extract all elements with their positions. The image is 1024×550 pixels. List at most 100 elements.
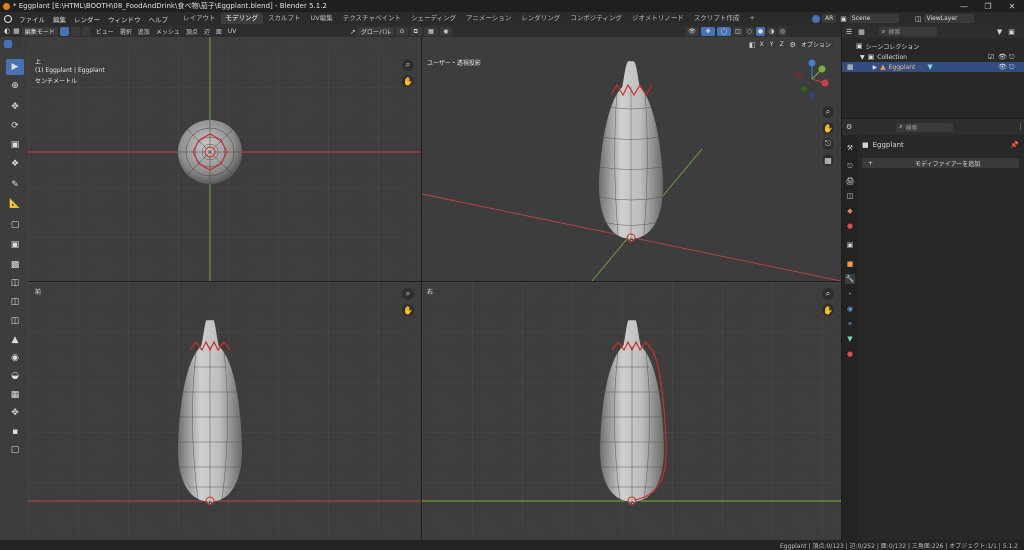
pivot-point-button[interactable]: ⊙ bbox=[395, 27, 408, 36]
mirror-z-toggle[interactable]: Z bbox=[777, 40, 786, 49]
constraints-tab-icon[interactable]: ⚭ bbox=[845, 319, 855, 329]
pan-hand-icon[interactable]: ✋ bbox=[822, 304, 834, 316]
mirror-y-toggle[interactable]: Y bbox=[767, 40, 776, 49]
menu-edit[interactable]: 編集 bbox=[49, 14, 70, 24]
menu-help[interactable]: ヘルプ bbox=[145, 14, 173, 24]
shear-tool[interactable]: ▪ bbox=[6, 424, 24, 440]
tab-rendering[interactable]: レンダリング bbox=[516, 13, 565, 24]
smooth-tool[interactable]: ◒ bbox=[6, 368, 24, 384]
zoom-icon[interactable]: ⌕ bbox=[822, 106, 834, 118]
ar-selector[interactable]: AR bbox=[822, 14, 837, 23]
overlay-button[interactable]: ◯ bbox=[717, 27, 731, 36]
tab-scripting[interactable]: スクリプト作成 bbox=[689, 13, 745, 24]
menu-view[interactable]: ビュー bbox=[96, 27, 114, 36]
loop-cut-tool[interactable]: ◫ bbox=[6, 294, 24, 310]
knife-tool[interactable]: ◫ bbox=[6, 313, 24, 329]
scene-tab-icon[interactable]: ◆ bbox=[845, 206, 855, 216]
bevel-tool[interactable]: ◫ bbox=[6, 275, 24, 291]
menu-face[interactable]: 面 bbox=[216, 27, 222, 36]
options-dropdown[interactable]: オプション bbox=[797, 40, 834, 49]
blender-menu-icon[interactable] bbox=[4, 14, 12, 23]
shading-solid-button[interactable]: ● bbox=[756, 27, 765, 36]
tab-sculpt[interactable]: スカルプト bbox=[263, 13, 306, 24]
physics-tab-icon[interactable]: ◉ bbox=[845, 304, 855, 314]
data-tab-icon[interactable]: ▼ bbox=[845, 334, 855, 344]
menu-add[interactable]: 追加 bbox=[138, 27, 150, 36]
annotate-tool[interactable]: ✎ bbox=[6, 177, 24, 193]
properties-editor-icon[interactable]: ⚙ bbox=[846, 123, 852, 131]
expand-chevron-icon[interactable]: ▶ bbox=[873, 64, 878, 71]
viewport-divider-horizontal[interactable] bbox=[28, 281, 841, 282]
pin-icon[interactable]: 📌 bbox=[1010, 141, 1019, 149]
inset-faces-tool[interactable]: ▩ bbox=[6, 257, 24, 273]
viewport-right[interactable]: 右 ⌕ ✋ bbox=[422, 282, 841, 540]
rotate-tool[interactable]: ⟳ bbox=[6, 118, 24, 134]
eye-icon[interactable]: 👁 bbox=[998, 53, 1007, 61]
outliner-display-mode-icon[interactable]: ▦ bbox=[858, 28, 865, 36]
outliner-editor-icon[interactable]: ☰ bbox=[846, 28, 852, 36]
camera-icon[interactable]: ⎋ bbox=[1009, 53, 1015, 62]
zoom-icon[interactable]: ⌕ bbox=[822, 288, 834, 300]
measure-tool[interactable]: 📐 bbox=[6, 196, 24, 212]
maximize-button[interactable]: ❐ bbox=[976, 0, 1000, 12]
viewport-divider-vertical[interactable] bbox=[421, 37, 422, 540]
mirror-x-toggle[interactable]: X bbox=[757, 40, 766, 49]
shading-wireframe-button[interactable]: ○ bbox=[745, 27, 754, 36]
minimize-button[interactable]: — bbox=[952, 0, 976, 12]
particles-tab-icon[interactable]: ⋆ bbox=[845, 289, 855, 299]
include-checkbox-icon[interactable]: ☑ bbox=[988, 53, 994, 61]
viewport-perspective[interactable]: ユーザー・透視投影 ⌕ ✋ ⎋ ▦ ◧ X Y Z ⚙ オプション bbox=[422, 37, 841, 281]
menu-edge[interactable]: 辺 bbox=[204, 27, 210, 36]
menu-vertex[interactable]: 頂点 bbox=[186, 27, 198, 36]
render-tab-icon[interactable]: ⎋ bbox=[845, 161, 855, 171]
tab-animation[interactable]: アニメーション bbox=[461, 13, 516, 24]
view-layer-tab-icon[interactable]: ◫ bbox=[845, 191, 855, 201]
move-tool[interactable]: ✥ bbox=[6, 99, 24, 115]
outliner-row-collection[interactable]: ▼ ▣ Collection ☑ 👁 ⎋ bbox=[842, 52, 1024, 62]
shrink-fatten-tool[interactable]: ✥ bbox=[6, 405, 24, 421]
extrude-region-tool[interactable]: ▣ bbox=[6, 237, 24, 253]
properties-search-field[interactable]: ⌕ 検索 bbox=[896, 122, 953, 132]
transform-tool[interactable]: ❖ bbox=[6, 156, 24, 172]
cursor-tool[interactable]: ⊕ bbox=[6, 78, 24, 94]
tab-uv-editing[interactable]: UV編集 bbox=[306, 13, 338, 24]
outliner-row-scene-collection[interactable]: ▣ シーンコレクション bbox=[842, 41, 1024, 51]
new-collection-icon[interactable]: ▣ bbox=[1008, 28, 1015, 36]
zoom-icon[interactable]: ⌕ bbox=[402, 59, 414, 71]
spin-tool[interactable]: ◉ bbox=[6, 350, 24, 366]
menu-select[interactable]: 選択 bbox=[120, 27, 132, 36]
output-tab-icon[interactable]: 🖨 bbox=[845, 176, 855, 186]
view-layer-selector[interactable]: ViewLayer bbox=[923, 14, 974, 23]
tool-tab-icon[interactable]: ⚒ bbox=[845, 143, 855, 153]
add-modifier-button[interactable]: + モディファイアーを追加 bbox=[862, 158, 1019, 168]
menu-window[interactable]: ウィンドウ bbox=[104, 14, 145, 24]
xray-button[interactable]: ◫ bbox=[733, 27, 743, 36]
snap-button[interactable]: ⧉ bbox=[409, 27, 422, 36]
properties-options-icon[interactable]: ⋮ bbox=[1017, 123, 1024, 131]
vertex-select-button[interactable] bbox=[59, 26, 69, 36]
collection-tab-icon[interactable]: ▣ bbox=[845, 240, 855, 250]
visibility-button[interactable]: 👁 bbox=[685, 27, 699, 36]
outliner-search-field[interactable]: ⌕ 検索 bbox=[878, 27, 937, 36]
shading-material-button[interactable]: ◑ bbox=[767, 27, 776, 36]
menu-render[interactable]: レンダー bbox=[70, 14, 104, 24]
viewport-top[interactable]: 上 (1) Eggplant | Eggplant センチメートル ⌕ ✋ bbox=[28, 37, 421, 281]
select-box-tool[interactable]: ▶ bbox=[6, 59, 24, 75]
select-box-mode-button[interactable] bbox=[4, 40, 12, 48]
add-workspace-button[interactable]: + bbox=[744, 13, 759, 24]
edge-select-button[interactable] bbox=[70, 26, 80, 36]
material-tab-icon[interactable]: ● bbox=[845, 349, 855, 359]
proportional-edit-button[interactable]: ◉ bbox=[439, 27, 452, 36]
toggle-perspective-icon[interactable]: ▦ bbox=[822, 154, 834, 166]
shading-rendered-button[interactable]: ◎ bbox=[778, 27, 787, 36]
rip-region-tool[interactable]: ▢ bbox=[6, 442, 24, 458]
camera-icon[interactable]: ⎋ bbox=[1009, 63, 1015, 72]
scale-tool[interactable]: ▣ bbox=[6, 137, 24, 153]
face-select-button[interactable] bbox=[81, 26, 91, 36]
world-tab-icon[interactable]: ● bbox=[845, 221, 855, 231]
edge-slide-tool[interactable]: ▦ bbox=[6, 387, 24, 403]
eye-icon[interactable]: 👁 bbox=[998, 63, 1007, 71]
tab-shading[interactable]: シェーディング bbox=[406, 13, 461, 24]
camera-view-icon[interactable]: ⎋ bbox=[822, 138, 834, 150]
add-cube-tool[interactable]: ▢ bbox=[6, 217, 24, 233]
